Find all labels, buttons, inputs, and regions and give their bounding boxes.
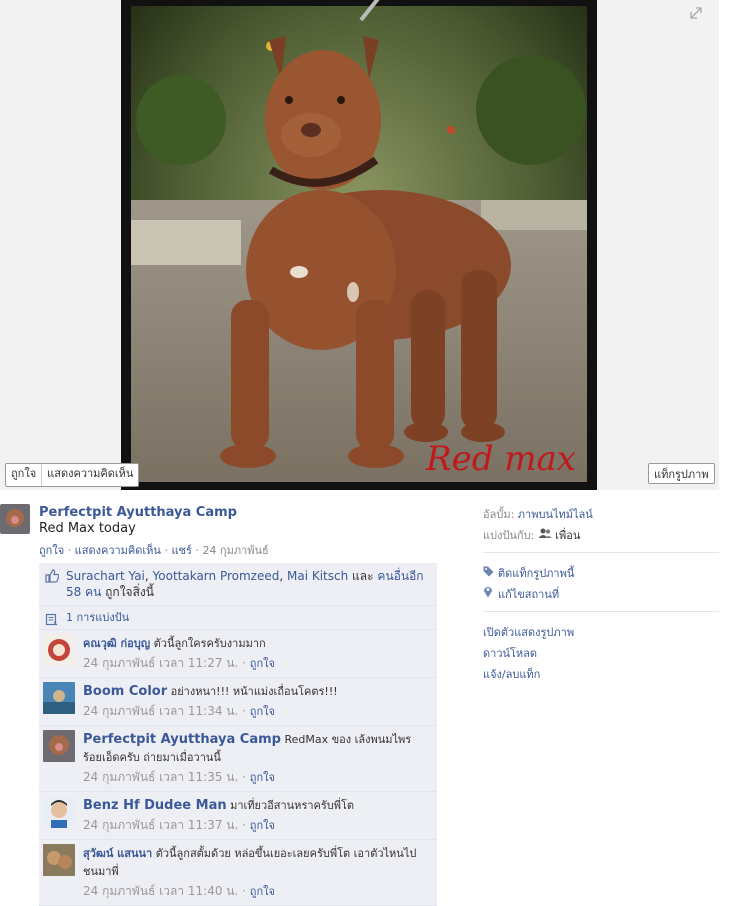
thumbs-up-icon [45,569,60,583]
privacy-row: แบ่งปันกับ: เพื่อน [483,525,719,546]
owner-name-link[interactable]: Perfectpit Ayutthaya Camp [39,505,237,520]
separator: · [238,656,250,670]
tag-this-photo-link[interactable]: ติดแท็กรูปภาพนี้ [498,567,574,580]
comment-text: อย่างหนา!!! หน้าแม่งเถื่อนโคตร!!! [170,685,338,698]
stage-action-group: ถูกใจ แสดงความคิดเห็น [5,463,140,487]
separator: · [191,544,203,557]
comment-time[interactable]: 24 กุมภาพันธ์ เวลา 11:37 น. [83,818,238,832]
comment-item: คณวุฒิ ก่อบุญ ตัวนี้ลูกใครครับงามมาก 24 … [39,630,437,678]
tag-photo-button[interactable]: แท็กรูปภาพ [648,463,715,484]
friends-icon[interactable] [538,528,552,542]
shared-with-label: แบ่งปันกับ: [483,529,535,542]
separator: · [238,884,250,898]
comment-time[interactable]: 24 กุมภาพันธ์ เวลา 11:34 น. [83,704,238,718]
album-link[interactable]: ภาพบนไทม์ไลน์ [518,508,593,521]
divider [483,611,719,612]
likes-suffix: ถูกใจสิ่งนี้ [105,585,154,599]
separator: , [279,569,287,583]
commenter-avatar[interactable] [43,844,75,876]
separator: · [160,544,172,557]
shares-row: 1 การแบ่งปัน [39,606,437,630]
edit-location-row[interactable]: แก้ไขสถานที่ [483,584,719,605]
separator: · [238,704,250,718]
commenter-name[interactable]: คณวุฒิ ก่อบุญ [83,637,150,650]
commenter-avatar[interactable] [43,634,75,666]
commenter-name[interactable]: Perfectpit Ayutthaya Camp [83,732,281,747]
post-caption: Red Max today [39,521,136,536]
post-date: 24 กุมภาพันธ์ [202,544,269,557]
stage-comment-button[interactable]: แสดงความคิดเห็น [41,464,138,486]
comment-item: สุวัฒน์ แสนนา ตัวนี้ลูกสตั้มด้วย หล่อขึ้… [39,840,437,906]
comment-item: Benz Hf Dudee Man มาเที่ยวอีสานหราครับพี… [39,792,437,840]
post-header: Perfectpit Ayutthaya Camp Red Max today [39,505,237,536]
comment-time[interactable]: 24 กุมภาพันธ์ เวลา 11:27 น. [83,656,238,670]
photo-sidebar: อัลบั้ม: ภาพบนไทม์ไลน์ แบ่งปันกับ: เพื่อ… [483,504,719,685]
commenter-name[interactable]: Boom Color [83,684,167,699]
comment-time[interactable]: 24 กุมภาพันธ์ เวลา 11:40 น. [83,884,238,898]
dog-photo[interactable]: Red max [121,0,597,490]
comment-like-link[interactable]: ถูกใจ [250,885,275,898]
album-row: อัลบั้ม: ภาพบนไทม์ไลน์ [483,504,719,525]
post-actions: ถูกใจ · แสดงความคิดเห็น · แชร์ · 24 กุมภ… [39,541,269,559]
liker-link[interactable]: Yoottakarn Promzeed [153,569,280,583]
post-share-link[interactable]: แชร์ [171,544,191,557]
comment-like-link[interactable]: ถูกใจ [250,657,275,670]
divider [483,552,719,553]
edit-location-link[interactable]: แก้ไขสถานที่ [498,588,559,601]
liker-link[interactable]: Surachart Yai [66,569,145,583]
location-pin-icon [483,584,495,605]
likes-and: และ [352,569,374,583]
likes-sentence: Surachart Yai, Yoottakarn Promzeed, Mai … [39,563,437,606]
separator: · [238,818,250,832]
tag-this-photo-row[interactable]: ติดแท็กรูปภาพนี้ [483,563,719,584]
privacy-value[interactable]: เพื่อน [555,529,580,542]
photo-watermark: Red max [425,439,576,479]
photo-stage: Red max ถูกใจ แสดงความคิดเห็น แท็กรูปภาพ [0,0,719,490]
comment-text: มาเที่ยวอีสานหราครับพี่โต [230,799,355,812]
comment-text: ตัวนี้ลูกใครครับงามมาก [153,637,266,650]
download-link[interactable]: ดาวน์โหลด [483,643,719,664]
comment-like-link[interactable]: ถูกใจ [250,705,275,718]
post-comment-link[interactable]: แสดงความคิดเห็น [75,544,161,557]
comment-like-link[interactable]: ถูกใจ [250,819,275,832]
tag-icon [483,563,495,584]
open-photo-viewer-link[interactable]: เปิดตัวแสดงรูปภาพ [483,622,719,643]
commenter-avatar[interactable] [43,730,75,762]
report-link[interactable]: แจ้ง/ลบแท็ก [483,664,719,685]
comment-item: Boom Color อย่างหนา!!! หน้าแม่งเถื่อนโคต… [39,678,437,726]
separator: · [238,770,250,784]
liker-link[interactable]: Mai Kitsch [287,569,348,583]
separator: · [64,544,75,557]
commenter-avatar[interactable] [43,682,75,714]
separator: , [144,569,153,583]
feedback-box: Surachart Yai, Yoottakarn Promzeed, Mai … [39,563,437,906]
commenter-avatar[interactable] [43,796,75,828]
post-like-link[interactable]: ถูกใจ [39,544,64,557]
comment-like-link[interactable]: ถูกใจ [250,771,275,784]
commenter-name[interactable]: Benz Hf Dudee Man [83,798,227,813]
comment-item: Perfectpit Ayutthaya Camp RedMax ของ เล้… [39,726,437,792]
shares-link[interactable]: 1 การแบ่งปัน [66,611,129,624]
stage-like-button[interactable]: ถูกใจ [6,464,41,486]
album-label: อัลบั้ม: [483,508,515,521]
commenter-name[interactable]: สุวัฒน์ แสนนา [83,847,152,860]
owner-avatar[interactable] [0,504,30,534]
expand-icon[interactable] [689,6,705,22]
share-icon [45,611,58,626]
comment-time[interactable]: 24 กุมภาพันธ์ เวลา 11:35 น. [83,770,238,784]
dog-photo-image: Red max [121,0,597,490]
